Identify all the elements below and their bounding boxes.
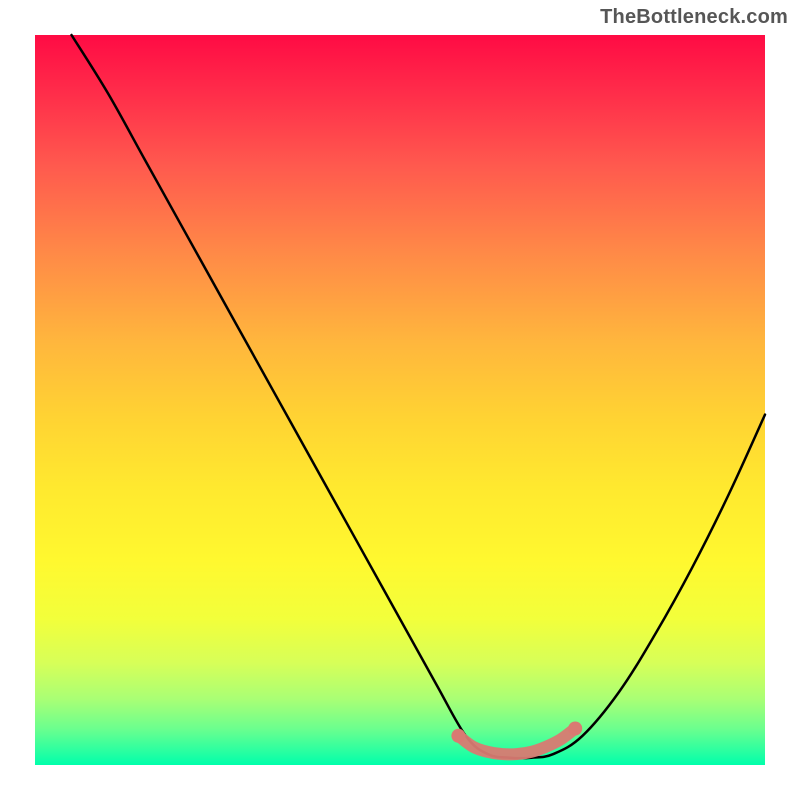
plot-area [35,35,765,765]
attribution-label: TheBottleneck.com [600,6,788,29]
chart-svg [35,35,765,765]
chart-container: TheBottleneck.com [0,0,800,800]
optimal-zone-marker [458,729,575,755]
optimal-dot-left [451,729,465,743]
curve-layer [72,35,766,758]
optimal-dot-right [568,722,582,736]
bottleneck-curve [72,35,766,758]
